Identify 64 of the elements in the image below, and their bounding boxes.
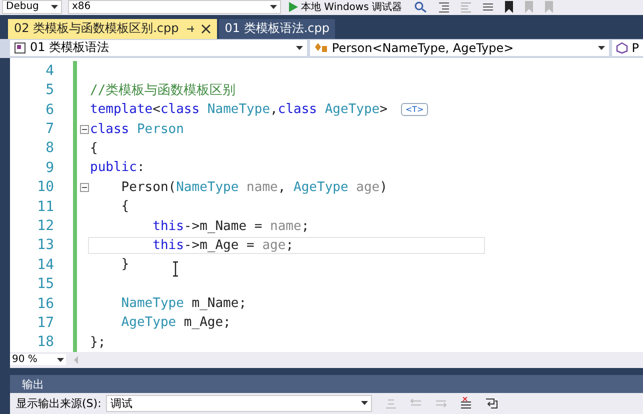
code-line: this->m_Name = name; <box>152 218 310 234</box>
file-tab[interactable]: 02 类模板与函数模板区别.cpp <box>8 18 217 39</box>
file-tab[interactable]: 01 类模板语法.cpp <box>218 18 336 39</box>
class-dropdown[interactable]: Person<NameType, AgeType> <box>310 40 609 56</box>
line-number: 5 <box>44 82 54 98</box>
bookmark-icon[interactable] <box>504 1 514 14</box>
comment-icon[interactable] <box>482 1 494 14</box>
play-icon <box>289 2 298 12</box>
indent-icon[interactable] <box>438 1 450 14</box>
clear-all-icon[interactable] <box>460 397 472 410</box>
output-panel-title: 输出 <box>22 376 44 392</box>
close-icon[interactable] <box>200 24 211 34</box>
code-line: template<class NameType,class AgeType> <box>89 102 388 118</box>
line-number: 15 <box>36 276 54 292</box>
output-source-label: 显示输出来源(S): <box>16 396 102 411</box>
platform-dropdown[interactable]: x86 <box>68 0 281 14</box>
run-debugger-button[interactable]: 本地 Windows 调试器 <box>287 0 404 14</box>
output-source-dropdown[interactable]: 调试 <box>106 394 372 412</box>
caret-icon <box>361 401 368 406</box>
tab-label: 01 类模板语法.cpp <box>224 20 330 38</box>
collapse-icon[interactable] <box>80 182 89 192</box>
line-number: 8 <box>44 140 54 156</box>
code-line: class Person <box>89 122 184 137</box>
caret-icon <box>598 46 605 50</box>
line-number: 16 <box>36 296 54 312</box>
find-icon[interactable] <box>414 1 428 14</box>
project-icon <box>14 42 26 54</box>
code-line: }; <box>89 334 106 350</box>
code-line: Person(NameType name, AgeType age) <box>120 180 388 195</box>
member-dropdown[interactable]: P <box>612 40 643 56</box>
code-line: AgeType m_Age; <box>120 315 231 330</box>
project-dropdown[interactable]: 01 类模板语法 <box>10 40 307 56</box>
code-line: this->m_Age = age; <box>89 238 484 253</box>
template-hint-button[interactable]: <T> <box>401 103 428 116</box>
member-icon <box>616 42 628 54</box>
pin-icon[interactable] <box>184 24 195 34</box>
line-number: 10 <box>36 179 54 196</box>
line-number: 12 <box>36 218 54 234</box>
line-number: 14 <box>36 256 54 273</box>
code-line: { <box>89 140 98 156</box>
caret-icon <box>57 358 64 362</box>
line-number: 18 <box>36 334 54 350</box>
line-number: 17 <box>36 314 54 331</box>
code-line: //类模板与函数模板区别 <box>89 82 236 100</box>
word-wrap-icon[interactable] <box>485 397 498 410</box>
line-number: 11 <box>36 198 54 215</box>
collapse-icon[interactable] <box>80 124 89 134</box>
caret-icon <box>51 5 58 10</box>
class-icon <box>314 42 328 54</box>
code-line: } <box>120 257 130 272</box>
tab-label: 02 类模板与函数模板区别.cpp <box>14 20 179 38</box>
code-line: { <box>120 199 130 214</box>
caret-icon <box>296 46 303 50</box>
code-line: public: <box>89 160 145 176</box>
line-number: 13 <box>36 237 54 254</box>
line-number: 4 <box>44 62 54 79</box>
line-number: 9 <box>44 160 54 176</box>
zoom-dropdown[interactable]: 90 % <box>10 354 66 366</box>
line-number: 6 <box>44 102 54 118</box>
line-number: 7 <box>44 121 54 138</box>
text-cursor-icon <box>172 260 179 277</box>
code-line: NameType m_Name; <box>120 296 247 312</box>
configuration-dropdown[interactable]: Debug <box>2 0 62 14</box>
caret-icon <box>270 5 277 10</box>
